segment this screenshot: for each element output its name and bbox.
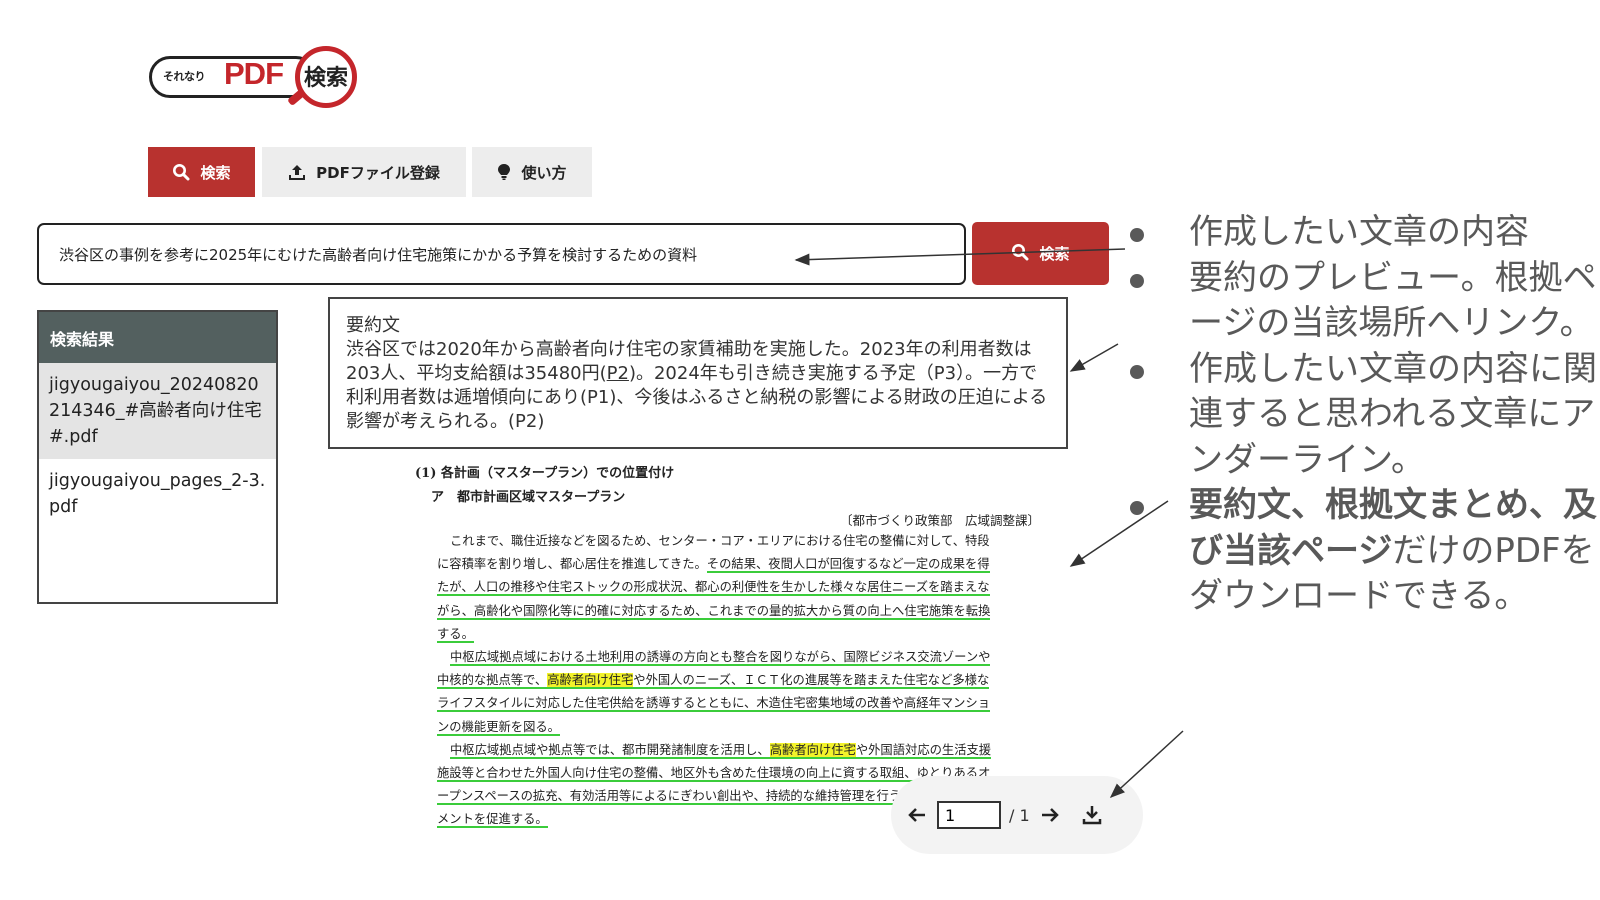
bullet-dot <box>1130 501 1144 515</box>
tab-search-label: 検索 <box>200 163 231 182</box>
pdf-line: ライフスタイルに対応した住宅供給を誘導するとともに、木造住宅密集地域の改善や高経… <box>437 692 1055 715</box>
pdf-underlined-text[interactable]: や外国人のニーズ、ＩＣＴ化の進展等を踏まえた住宅など多様な <box>633 673 990 690</box>
search-results-header: 検索結果 <box>39 312 276 363</box>
pdf-page-controls: / 1 <box>891 776 1143 854</box>
summary-title: 要約文 <box>346 315 400 336</box>
pdf-underlined-text[interactable]: 中枢広域拠点域における土地利用の誘導の方向とも整合を図りながら、国際ビジネス交流… <box>450 649 991 666</box>
pdf-line: に容積率を割り増し、都心居住を推進してきた。その結果、夜間人口が回復するなど一定… <box>437 553 1055 576</box>
summary-body: 渋谷区では2020年から高齢者向け住宅の家賃補助を実施した。2023年の利用者数… <box>346 338 1050 434</box>
pdf-text: に容積率を割り増し、都心居住を推進してきた。 <box>437 557 707 572</box>
tab-search[interactable]: 検索 <box>148 147 255 197</box>
pdf-line: 中核的な拠点等で、高齢者向け住宅や外国人のニーズ、ＩＣＴ化の進展等を踏まえた住宅… <box>437 669 1055 692</box>
annotation-text: 作成したい文章の内容に関連すると思われる文章にアンダーライン。 <box>1189 348 1597 480</box>
annotation-list: 作成したい文章の内容 要約のプレビュー。根拠ページの当該場所へリンク。 作成した… <box>1125 210 1600 620</box>
annotation-text: 作成したい文章の内容 <box>1189 212 1529 252</box>
pdf-highlighted-keyword[interactable]: 高齢者向け住宅 <box>769 742 856 759</box>
tab-how-to-use[interactable]: 使い方 <box>472 147 592 197</box>
tab-upload-label: PDFファイル登録 <box>316 163 440 182</box>
prev-page-icon[interactable] <box>905 803 929 827</box>
search-icon <box>172 163 190 181</box>
pdf-underlined-text[interactable]: メントを促進する。 <box>437 812 548 829</box>
bullet-dot <box>1130 273 1144 288</box>
pdf-line: 中枢広域拠点域における土地利用の誘導の方向とも整合を図りながら、国際ビジネス交流… <box>437 646 1055 669</box>
pdf-text: これまで、職住近接などを図るため、センター・コア・エリアにおける住宅の整備に対し… <box>450 534 990 548</box>
page-total: / 1 <box>1009 805 1030 825</box>
annotation-item: 作成したい文章の内容 <box>1125 210 1600 256</box>
pdf-heading: (1) 各計画（マスタープラン）での位置付け <box>415 466 675 481</box>
annotation-item: 要約のプレビュー。根拠ページの当該場所へリンク。 <box>1125 256 1600 347</box>
pdf-underlined-text[interactable]: 施設等と合わせた外国人向け住宅の整備、地区外も含めた住環境の向上に資する取組、ゆ… <box>437 765 991 782</box>
search-results-panel: 検索結果 jigyougaiyou_20240820214346_#高齢者向け住… <box>37 310 278 604</box>
result-item[interactable]: jigyougaiyou_pages_2-3.pdf <box>39 459 276 529</box>
summary-page-link[interactable]: P2 <box>607 363 629 384</box>
pdf-underlined-text[interactable]: 中枢広域拠点域や拠点等では、都市開発諸制度を活用し、 <box>450 742 770 759</box>
annotation-item: 作成したい文章の内容に関連すると思われる文章にアンダーライン。 <box>1125 347 1600 484</box>
logo-pdf-text: PDF <box>224 56 284 91</box>
pdf-line: がら、高齢化や国際化等に的確に対応するため、これまでの量的拡大から質の向上へ住宅… <box>437 600 1055 623</box>
pdf-underlined-text[interactable]: 中核的な拠点等で、 <box>437 673 548 690</box>
annotation-arrow <box>1069 343 1119 372</box>
pdf-subheading: ア 都市計画区域マスタープラン <box>431 490 626 505</box>
pdf-underlined-text[interactable]: その結果、夜間人口が回復するなど一定の成果を得 <box>706 557 990 574</box>
pdf-highlighted-keyword[interactable]: 高齢者向け住宅 <box>547 673 634 690</box>
summary-preview: 要約文 渋谷区では2020年から高齢者向け住宅の家賃補助を実施した。2023年の… <box>328 297 1068 449</box>
pdf-line: 中枢広域拠点域や拠点等では、都市開発諸制度を活用し、高齢者向け住宅や外国語対応の… <box>437 739 1055 762</box>
search-icon <box>1011 243 1029 265</box>
next-page-icon[interactable] <box>1038 803 1062 827</box>
pdf-line: たが、人口の推移や住宅ストックの形成状況、都心の利便性を生かした様々な居住ニーズ… <box>437 576 1055 599</box>
pdf-line: する。 <box>437 623 1055 646</box>
pdf-line: これまで、職住近接などを図るため、センター・コア・エリアにおける住宅の整備に対し… <box>437 530 1055 553</box>
pdf-underlined-text[interactable]: ンの機能更新を図る。 <box>437 719 560 736</box>
search-input[interactable] <box>37 223 966 285</box>
download-icon[interactable] <box>1080 803 1104 827</box>
search-button[interactable]: 検索 <box>972 222 1109 285</box>
pdf-line: ンの機能更新を図る。 <box>437 716 1055 739</box>
bullet-dot <box>1130 364 1144 379</box>
bullet-dot <box>1130 228 1144 242</box>
pdf-underlined-text[interactable]: がら、高齢化や国際化等に的確に対応するため、これまでの量的拡大から質の向上へ住宅… <box>437 603 991 620</box>
search-button-label: 検索 <box>1039 245 1070 263</box>
result-item[interactable]: jigyougaiyou_20240820214346_#高齢者向け住宅#.pd… <box>39 363 276 459</box>
pdf-underlined-text[interactable]: ライフスタイルに対応した住宅供給を誘導するとともに、木造住宅密集地域の改善や高経… <box>437 696 990 713</box>
tab-help-label: 使い方 <box>521 163 567 182</box>
pdf-underlined-text[interactable]: する。 <box>437 626 474 643</box>
upload-icon <box>288 163 306 181</box>
pdf-underlined-text[interactable]: や外国語対応の生活支援 <box>855 742 992 759</box>
pdf-department: 〔都市づくり政策部 広域調整課〕 <box>839 513 1040 528</box>
tab-pdf-upload[interactable]: PDFファイル登録 <box>262 147 466 197</box>
page-number-input[interactable] <box>937 801 1001 829</box>
logo-small-text: それなり <box>163 70 206 83</box>
logo-kanji-text: 検索 <box>303 66 348 91</box>
annotation-item: 要約文、根拠文まとめ、及び当該ページだけのPDFをダウンロードできる。 <box>1125 483 1600 620</box>
annotation-text: 要約のプレビュー。根拠ページの当該場所へリンク。 <box>1189 257 1597 344</box>
pdf-underlined-text[interactable]: たが、人口の推移や住宅ストックの形成状況、都心の利便性を生かした様々な居住ニーズ… <box>437 580 990 597</box>
lightbulb-icon <box>497 163 511 181</box>
app-logo[interactable]: それなり PDF 検索 <box>149 46 364 112</box>
